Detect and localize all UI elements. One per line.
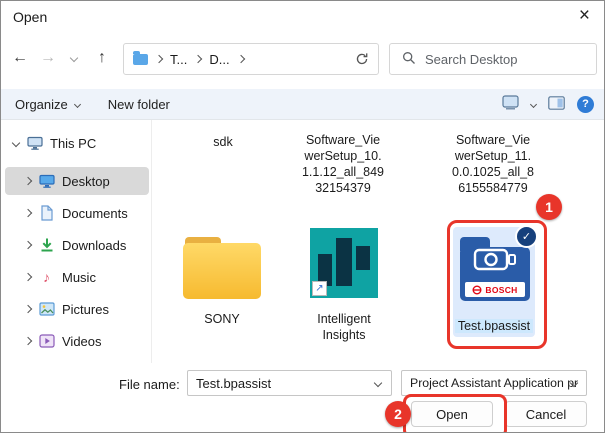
camera-icon [472, 247, 518, 280]
sidebar-item-label: Downloads [62, 238, 126, 253]
help-icon[interactable]: ? [577, 96, 594, 113]
preview-pane-icon[interactable] [548, 96, 565, 113]
file-label-software-viewer-10[interactable]: Software_Vie werSetup_10. 1.1.12_all_849… [286, 132, 400, 196]
chevron-right-icon[interactable] [24, 305, 32, 313]
folder-icon-sony[interactable] [183, 227, 261, 305]
chevron-down-icon[interactable] [12, 139, 20, 147]
file-label-sony[interactable]: SONY [177, 311, 267, 327]
file-label-sdk[interactable]: sdk [168, 134, 278, 150]
sidebar-item-desktop[interactable]: Desktop [5, 167, 149, 195]
logo-bar [356, 246, 370, 270]
chevron-right-icon[interactable] [24, 209, 32, 217]
file-label-intelligent-insights[interactable]: Intelligent Insights [300, 311, 388, 343]
shortcut-arrow-icon: ↗ [312, 281, 327, 296]
annotation-step-2-badge: 2 [385, 401, 411, 427]
folder-front [183, 243, 261, 299]
refresh-icon[interactable] [355, 52, 369, 66]
sidebar-item-videos[interactable]: Videos [5, 327, 149, 355]
sidebar-item-label: Documents [62, 206, 128, 221]
open-button[interactable]: Open [411, 401, 493, 427]
breadcrumb-chevron-icon [155, 55, 163, 63]
logo-bar [336, 238, 352, 286]
videos-icon [38, 333, 55, 350]
open-dialog-window: Open × ← → ↑ T... D... Search Desktop Or… [0, 0, 605, 433]
organize-label: Organize [15, 97, 68, 112]
sidebar-item-downloads[interactable]: Downloads [5, 231, 149, 259]
sidebar-item-label: Videos [62, 334, 102, 349]
view-options-chevron-icon[interactable] [530, 100, 537, 107]
new-folder-button[interactable]: New folder [108, 97, 170, 112]
search-box[interactable]: Search Desktop [389, 43, 597, 75]
file-name-label: File name: [119, 377, 180, 392]
breadcrumb-folder-icon [133, 54, 148, 65]
sidebar-item-music[interactable]: ♪ Music [5, 263, 149, 291]
search-placeholder-text: Search Desktop [425, 52, 518, 67]
sidebar-item-this-pc[interactable]: This PC [5, 129, 149, 157]
organize-menu-button[interactable]: Organize [15, 97, 80, 112]
desktop-icon [38, 173, 55, 190]
sidebar-item-label: Desktop [62, 174, 110, 189]
breadcrumb-chevron-icon [194, 55, 202, 63]
up-button[interactable]: ↑ [89, 45, 115, 71]
file-label-software-viewer-11[interactable]: Software_Vie werSetup_11. 0.0.1025_all_8… [435, 132, 551, 196]
sidebar-item-pictures[interactable]: Pictures [5, 295, 149, 323]
documents-icon [38, 205, 55, 222]
chevron-down-icon [74, 100, 81, 107]
sidebar-item-documents[interactable]: Documents [5, 199, 149, 227]
bosch-logo-text: BOSCH [485, 285, 517, 295]
file-icon-test-bpassist[interactable]: BOSCH ✓ [460, 233, 530, 301]
breadcrumb-item-1[interactable]: T... [170, 52, 187, 67]
downloads-icon [38, 237, 55, 254]
chevron-right-icon[interactable] [24, 273, 32, 281]
file-label-test-bpassist[interactable]: Test.bpassist [448, 318, 540, 334]
bosch-logo-strip: BOSCH [465, 282, 525, 297]
close-icon[interactable]: × [579, 5, 590, 27]
toolbar-view-controls: ? [502, 95, 594, 113]
file-label-highlight[interactable]: Test.bpassist [455, 319, 533, 333]
window-title: Open [13, 9, 47, 25]
forward-button[interactable]: → [35, 45, 61, 71]
music-icon: ♪ [38, 269, 55, 286]
recent-locations-chevron-icon[interactable] [61, 45, 87, 71]
command-toolbar: Organize New folder ? [1, 89, 605, 120]
this-pc-icon [26, 135, 43, 152]
bosch-anchor-icon [472, 285, 482, 295]
chevron-right-icon[interactable] [24, 177, 32, 185]
file-type-value: Project Assistant Application pr [410, 376, 578, 390]
sidebar-item-label: This PC [50, 136, 96, 151]
navigation-pane: This PC Desktop Documents Downloads ♪ [1, 120, 152, 363]
breadcrumb-chevron-icon [236, 55, 244, 63]
annotation-step-1-badge: 1 [536, 194, 562, 220]
change-view-icon[interactable] [502, 95, 519, 113]
sidebar-item-label: Music [62, 270, 96, 285]
file-type-select[interactable]: Project Assistant Application pr [401, 370, 587, 396]
search-icon [402, 51, 416, 68]
chevron-right-icon[interactable] [24, 241, 32, 249]
back-button[interactable]: ← [7, 45, 33, 71]
app-icon-intelligent-insights[interactable]: ↗ [310, 228, 378, 298]
chevron-right-icon[interactable] [24, 337, 32, 345]
breadcrumb-item-2[interactable]: D... [209, 52, 229, 67]
cancel-button[interactable]: Cancel [505, 401, 587, 427]
selected-check-badge-icon: ✓ [515, 225, 538, 248]
pictures-icon [38, 301, 55, 318]
sidebar-item-label: Pictures [62, 302, 109, 317]
file-name-input[interactable] [187, 370, 392, 396]
address-bar[interactable]: T... D... [123, 43, 379, 75]
